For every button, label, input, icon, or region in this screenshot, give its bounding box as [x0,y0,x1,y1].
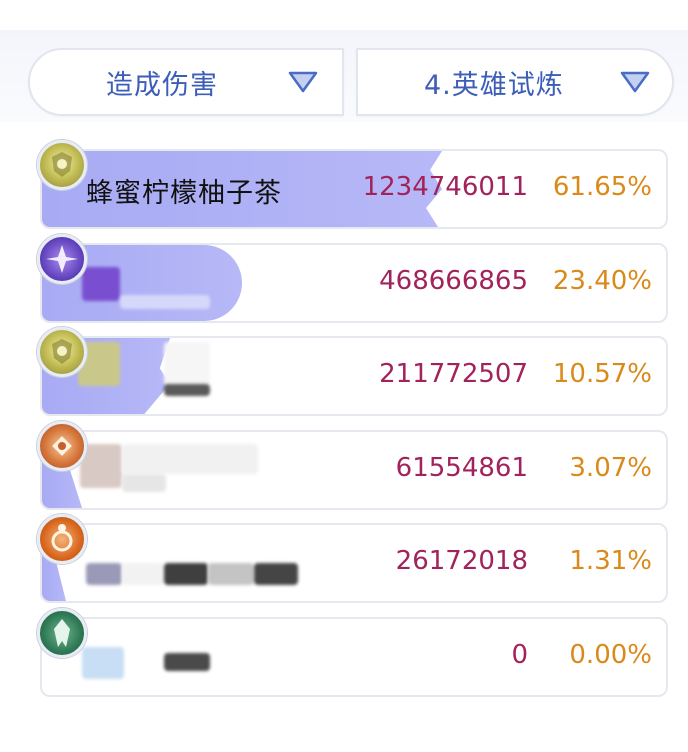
blurred-name [254,563,298,585]
damage-percent: 3.07% [569,453,652,483]
blurred-name [122,474,166,492]
blurred-name [164,563,208,585]
list-item[interactable]: 61554861 3.07% [40,430,668,510]
green-crest-emblem-icon[interactable] [37,608,87,658]
blurred-name [82,267,120,301]
stage-dropdown[interactable]: 4.英雄试炼 [356,48,674,116]
blurred-name [164,653,210,671]
triangle-down-icon [620,71,650,93]
damage-percent: 61.65% [552,172,652,202]
blurred-name [164,342,210,386]
orange-ornate-emblem-icon[interactable] [37,421,87,471]
triangle-down-icon [288,71,318,93]
list-item[interactable]: 468666865 23.40% [40,243,668,323]
golden-lion-emblem-icon[interactable] [37,140,87,190]
list-item[interactable]: 蜂蜜柠檬柚子茶 1234746011 61.65% [40,149,668,229]
damage-type-dropdown[interactable]: 造成伤害 [28,48,344,116]
damage-value: 468666865 [379,266,528,296]
list-item[interactable]: 0 0.00% [40,617,668,697]
blurred-name [164,384,210,396]
blurred-name [122,563,164,585]
blurred-name [86,563,122,585]
orange-ring-emblem-icon[interactable] [37,514,87,564]
damage-type-label: 造成伤害 [106,69,218,101]
blurred-name [120,295,210,309]
list-item[interactable]: 26172018 1.31% [40,523,668,603]
blurred-name [122,444,258,474]
blurred-name [208,563,254,585]
damage-percent: 23.40% [552,266,652,296]
damage-percent: 0.00% [569,640,652,670]
damage-value: 61554861 [395,453,528,483]
list-item[interactable]: 211772507 10.57% [40,336,668,416]
blurred-name [82,647,124,679]
damage-value: 211772507 [379,359,528,389]
damage-percent: 10.57% [552,359,652,389]
damage-percent: 1.31% [569,546,652,576]
purple-shuriken-emblem-icon[interactable] [37,234,87,284]
damage-value: 26172018 [395,546,528,576]
stage-label: 4.英雄试炼 [424,69,564,101]
damage-value: 0 [511,640,528,670]
golden-lion-emblem-icon[interactable] [37,327,87,377]
player-name: 蜂蜜柠檬柚子茶 [86,178,282,209]
damage-value: 1234746011 [362,172,528,202]
